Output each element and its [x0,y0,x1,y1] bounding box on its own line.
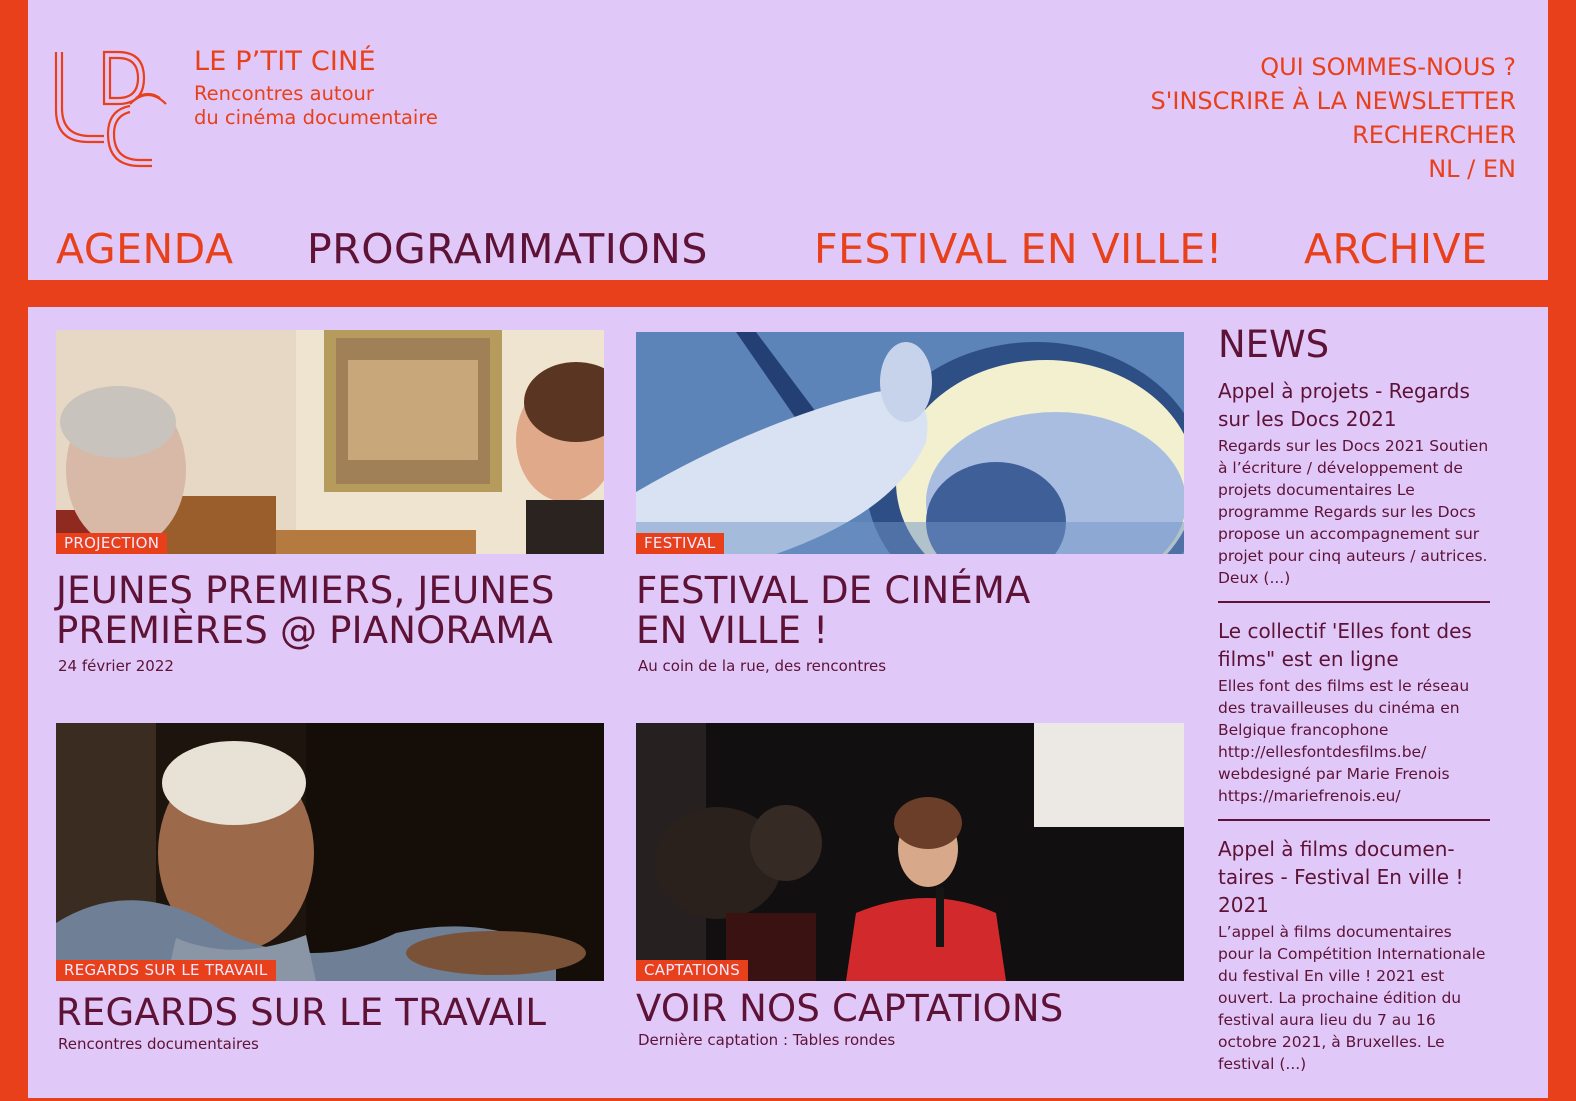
card-title[interactable]: FESTIVAL DE CINÉMA EN VILLE ! [636,571,1076,651]
film-still-image [636,332,1184,554]
nav-agenda[interactable]: AGENDA [56,222,234,276]
news-sidebar: NEWS Appel à projets - Regards sur les D… [1218,323,1490,1101]
news-item-title[interactable]: Appel à projets - Regards sur les Docs 2… [1218,377,1490,433]
nav-archive[interactable]: ARCHIVE [1304,222,1488,276]
newsletter-link[interactable]: S'INSCRIRE À LA NEWSLETTER [1151,84,1516,118]
card-regards-sur-le-travail[interactable]: REGARDS SUR LE TRAVAIL REGARDS SUR LE TR… [56,723,604,1053]
card-image-captations[interactable]: CAPTATIONS [636,723,1184,981]
film-still-image [56,723,604,981]
news-item-title[interactable]: Le collectif 'Elles font des films" est … [1218,617,1490,673]
card-captations[interactable]: CAPTATIONS VOIR NOS CAPTATIONS Dernière … [636,723,1184,1049]
card-subtitle: Au coin de la rue, des rencontres [638,657,887,675]
card-title[interactable]: VOIR NOS CAPTATIONS [636,989,1184,1029]
site-name: LE P’TIT CINÉ [194,46,376,77]
site-tagline: Rencontres autour du cinéma documentaire [194,82,438,130]
card-title[interactable]: REGARDS SUR LE TRAVAIL [56,993,604,1033]
news-item-excerpt: L’appel à films documentaires pour la Co… [1218,923,1486,1073]
card-tag[interactable]: PROJECTION [56,533,168,554]
search-link[interactable]: RECHERCHER [1151,118,1516,152]
card-projection[interactable]: PROJECTION JEUNES PREMIERS, JEUNES PREMI… [56,330,604,675]
card-subtitle: 24 février 2022 [58,657,174,675]
news-item[interactable]: Appel à projets - Regards sur les Docs 2… [1218,377,1490,603]
language-switch-link[interactable]: NL / EN [1151,152,1516,186]
card-image-projection[interactable]: PROJECTION [56,330,604,554]
card-festival[interactable]: FESTIVAL FESTIVAL DE CINÉMA EN VILLE ! A… [636,332,1184,675]
site-tagline-line-2: du cinéma documentaire [194,106,438,129]
lpc-monogram-logo-icon [54,50,167,168]
card-subtitle: Rencontres documentaires [58,1035,259,1053]
card-tag[interactable]: REGARDS SUR LE TRAVAIL [56,960,276,981]
news-item-excerpt: Regards sur les Docs 2021 Soutien à l’éc… [1218,437,1489,587]
news-item[interactable]: Appel à films documen­taires - Festival … [1218,835,1490,1087]
site-header: LE P’TIT CINÉ Rencontres autour du ciném… [28,0,1548,280]
news-item[interactable]: Le collectif 'Elles font des films" est … [1218,617,1490,821]
card-title[interactable]: JEUNES PREMIERS, JEUNES PREMIÈRES @ PIAN… [56,571,604,651]
card-image-festival[interactable]: FESTIVAL [636,332,1184,554]
news-item-excerpt: Elles font des films est le réseau des t… [1218,677,1470,805]
card-subtitle: Dernière captation : Tables rondes [638,1031,896,1049]
news-heading: NEWS [1218,323,1330,366]
site-tagline-line-1: Rencontres autour [194,82,374,105]
news-item-title[interactable]: Appel à films documen­taires - Festival … [1218,835,1490,919]
nav-festival-en-ville[interactable]: FESTIVAL EN VILLE! [814,222,1223,276]
card-tag[interactable]: CAPTATIONS [636,960,749,981]
film-still-image [636,723,1184,981]
card-image-regards-sur-le-travail[interactable]: REGARDS SUR LE TRAVAIL [56,723,604,981]
nav-programmations[interactable]: PROGRAMMATIONS [307,222,708,276]
card-tag[interactable]: FESTIVAL [636,533,724,554]
film-still-image [56,330,604,554]
utility-nav: QUI SOMMES-NOUS ? S'INSCRIRE À LA NEWSLE… [1151,50,1516,186]
main-content: PROJECTION JEUNES PREMIERS, JEUNES PREMI… [28,307,1548,1098]
about-link[interactable]: QUI SOMMES-NOUS ? [1151,50,1516,84]
